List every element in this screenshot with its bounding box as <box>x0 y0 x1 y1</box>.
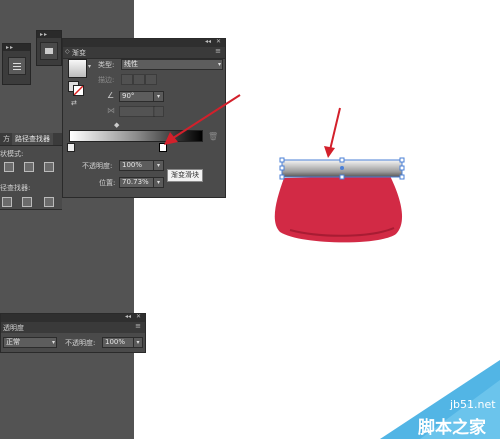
watermark-site: jb51.net <box>450 398 496 411</box>
stroke-swatch[interactable] <box>73 85 84 96</box>
reverse-gradient-icon[interactable]: ⇄ <box>71 99 77 107</box>
transparency-panel: ◂◂ ✕ 透明度 ≡ 正常 ▾ 不透明度: 100% ▾ <box>0 313 146 353</box>
stroke-along-icon[interactable] <box>133 74 145 85</box>
chevron-down-icon: ▾ <box>51 339 55 346</box>
stop-opacity-input[interactable]: 100% <box>119 160 155 171</box>
transparency-tabstrip: 透明度 ≡ <box>1 322 145 333</box>
gradient-swatch-preview[interactable] <box>68 59 87 78</box>
watermark-name: 脚本之家 <box>418 418 486 438</box>
aspect-ratio-icon: ⋈ <box>107 106 115 115</box>
close-icon[interactable]: ✕ <box>216 38 221 45</box>
panel-collapse-handle[interactable]: ▸▸ <box>3 44 30 51</box>
gradient-slider-tooltip: 渐变滑块 <box>167 169 203 182</box>
pathfinder-panel: 方 路径查找器 状模式: 径查找器: <box>0 133 62 210</box>
panel-collapse-handle[interactable]: ▸▸ <box>37 31 61 38</box>
opacity-label: 不透明度: <box>82 162 113 170</box>
divide-icon[interactable] <box>2 197 12 207</box>
panel-menu-icon[interactable]: ≡ <box>135 322 141 330</box>
close-icon[interactable]: ✕ <box>136 313 141 320</box>
location-dropdown-button[interactable]: ▾ <box>153 177 164 188</box>
tab-gradient[interactable]: 渐变 <box>72 48 86 58</box>
pathfinders-label: 径查找器: <box>0 184 31 192</box>
location-label: 位置: <box>99 179 116 187</box>
unite-icon[interactable] <box>4 162 14 172</box>
collapse-icon[interactable]: ◂◂ <box>125 313 131 320</box>
panel-icon[interactable] <box>40 42 58 60</box>
collapsed-panel-2[interactable]: ▸▸ <box>36 30 62 66</box>
type-label: 类型: <box>98 61 115 69</box>
stop-location-value: 70.73% <box>122 178 149 186</box>
tab-pathfinder[interactable]: 路径查找器 <box>12 133 53 145</box>
stop-location-input[interactable]: 70.73% <box>119 177 155 188</box>
aspect-ratio-input[interactable] <box>119 106 155 117</box>
annotation-arrow-2 <box>324 107 341 158</box>
opacity-dropdown-button[interactable]: ▾ <box>153 160 164 171</box>
panel-titlebar[interactable]: ◂◂ ✕ <box>1 313 145 322</box>
stroke-label: 描边: <box>98 76 115 84</box>
panel-icon[interactable] <box>8 57 26 75</box>
opacity-label: 不透明度: <box>65 339 96 347</box>
shape-modes-label: 状模式: <box>0 150 24 158</box>
blend-mode-value: 正常 <box>6 338 20 346</box>
minus-front-icon[interactable] <box>24 162 34 172</box>
opacity-input[interactable]: 100% <box>102 337 134 348</box>
intersect-icon[interactable] <box>44 162 54 172</box>
blend-mode-select[interactable]: 正常 ▾ <box>3 337 57 348</box>
midpoint-diamond-icon[interactable]: ◆ <box>114 121 119 129</box>
opacity-value: 100% <box>105 338 126 346</box>
canvas-artwork[interactable] <box>270 152 420 248</box>
swatch-dropdown-icon[interactable]: ▾ <box>88 63 91 70</box>
stop-opacity-value: 100% <box>122 161 143 169</box>
collapsed-panel-1[interactable]: ▸▸ <box>2 43 31 85</box>
chevron-down-icon: ▾ <box>217 61 221 68</box>
trim-icon[interactable] <box>22 197 32 207</box>
opacity-dropdown-button[interactable]: ▾ <box>133 337 143 348</box>
panel-titlebar[interactable]: ◂◂ ✕ <box>63 38 225 47</box>
annotation-arrow-1 <box>164 94 241 145</box>
tab-arrows-icon[interactable]: ◇ <box>65 48 70 55</box>
collapse-icon[interactable]: ◂◂ <box>205 38 211 45</box>
gradient-stop-left[interactable] <box>67 143 75 152</box>
stroke-within-icon[interactable] <box>121 74 133 85</box>
angle-icon: ∠ <box>107 91 115 100</box>
gradient-tabstrip: ◇ 渐变 ≡ <box>63 47 225 59</box>
tab-transparency[interactable]: 透明度 <box>3 323 24 333</box>
stroke-across-icon[interactable] <box>145 74 157 85</box>
pathfinder-tabstrip: 方 路径查找器 <box>0 133 62 146</box>
angle-input[interactable]: 90° <box>119 91 155 102</box>
panel-menu-icon[interactable]: ≡ <box>215 47 221 55</box>
merge-icon[interactable] <box>44 197 54 207</box>
angle-value: 90° <box>122 92 135 100</box>
gradient-type-select[interactable]: 线性 ▾ <box>121 59 223 70</box>
gradient-type-value: 线性 <box>124 60 138 68</box>
